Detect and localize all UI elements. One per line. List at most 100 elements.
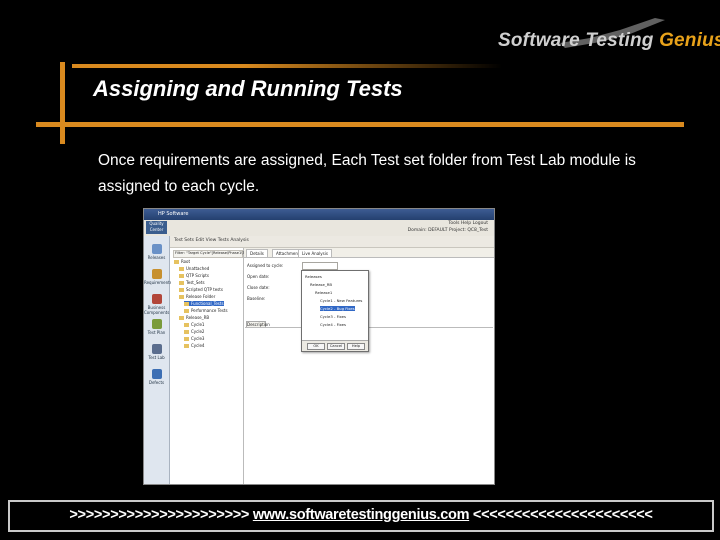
folder-icon <box>179 267 184 271</box>
tree-row[interactable]: Release_RB <box>179 315 209 320</box>
tree-row-label: Cycle1 <box>191 322 205 327</box>
tab-live-analysis[interactable]: Live Analysis <box>298 249 332 257</box>
folder-icon <box>179 274 184 278</box>
field-label: Close date: <box>247 285 270 290</box>
test-set-tree: Filter: "Target Cycle"[Release\Phase1\Te… <box>171 248 253 484</box>
sidebar-item-test-lab[interactable]: Test Lab <box>144 344 169 360</box>
tab-details[interactable]: Details <box>246 249 268 257</box>
field-label: Baseline: <box>247 296 266 301</box>
folder-icon <box>184 302 189 306</box>
tree-row-label: Unattached <box>186 266 210 271</box>
tree-row-label: Release Folder <box>186 294 216 299</box>
brand-accent: Genius <box>659 30 720 51</box>
sidebar-item-label: Requirements <box>144 280 172 285</box>
folder-icon <box>184 323 189 327</box>
folder-icon <box>184 344 189 348</box>
tree-row[interactable]: Release Folder <box>179 294 215 299</box>
sidebar-item-releases[interactable]: Releases <box>144 244 169 260</box>
brand-name: Software Testing <box>498 30 654 51</box>
cycle-option[interactable]: Cycle1 - New Features <box>320 298 362 303</box>
field-label: Assigned to cycle: <box>247 263 284 268</box>
cycle-option[interactable]: Cycle3 - Fixes <box>320 314 346 319</box>
tree-filter-text: Filter: "Target Cycle"[Release\Phase1\Te… <box>175 251 253 255</box>
title-underline <box>36 122 684 127</box>
app-name: Quality Center <box>146 221 167 234</box>
quality-center-screenshot: HP Software Tools Help Logout Domain: DE… <box>143 208 495 485</box>
cycle-select-popup: OK Cancel Help Releases Release_RB Release… <box>301 270 369 352</box>
help-button[interactable]: Help <box>347 343 365 350</box>
module-icon <box>151 269 162 279</box>
tree-row-label: Release_RB <box>186 315 210 320</box>
module-toolbar: Test Sets Edit View Tests Analysis <box>170 236 494 248</box>
tree-row-label: Cycle4 <box>191 343 205 348</box>
cycle-option[interactable]: Release_RB <box>310 282 332 287</box>
tree-row[interactable]: Functional_Tests <box>184 301 224 306</box>
tree-row[interactable]: Performance Tests <box>184 308 228 313</box>
project-info: Domain: DEFAULT Project: QC8_Test <box>407 228 488 233</box>
tree-row[interactable]: QTP Scripts <box>179 273 209 278</box>
sidebar-item-test-plan[interactable]: Test Plan <box>144 319 169 335</box>
tree-row-label: Functional_Tests <box>191 301 224 306</box>
cycle-option[interactable]: Release1 <box>315 290 332 295</box>
cancel-button[interactable]: Cancel <box>327 343 345 350</box>
sidebar-item-label: Test Lab <box>148 355 165 360</box>
tree-filter[interactable]: Filter: "Target Cycle"[Release\Phase1\Te… <box>173 250 253 258</box>
field-label: Open date: <box>247 274 270 279</box>
slide-body: Once requirements are assigned, Each Tes… <box>98 152 636 195</box>
sidebar-item-label: Defects <box>148 380 165 385</box>
menu-top-right[interactable]: Tools Help Logout <box>448 221 488 226</box>
ok-button[interactable]: OK <box>307 343 325 350</box>
tree-row-label: QTP Scripts <box>186 273 209 278</box>
top-divider <box>72 64 502 68</box>
description-area[interactable] <box>245 327 493 484</box>
menu-bar: Tools Help Logout Domain: DEFAULT Projec… <box>144 220 494 237</box>
folder-icon <box>179 316 184 320</box>
cycle-option[interactable]: Cycle4 - Fixes <box>320 322 346 327</box>
sidebar-item-label: Business Components <box>144 305 170 315</box>
tree-row-label: Test_Sets <box>186 280 205 285</box>
folder-icon <box>184 330 189 334</box>
footer-text: >>>>>>>>>>>>>>>>>>>>>> www.softwaretesti… <box>14 507 708 523</box>
tree-row[interactable]: Cycle2 <box>184 329 204 334</box>
tree-row[interactable]: Test_Sets <box>179 280 205 285</box>
folder-icon <box>179 295 184 299</box>
sidebar-item-business-components[interactable]: Business Components <box>144 294 169 315</box>
tree-row-label: Cycle3 <box>191 336 205 341</box>
tree-row-label: Performance Tests <box>191 308 228 313</box>
details-tabs: Details Attachments Live Analysis <box>244 248 494 258</box>
folder-icon <box>179 281 184 285</box>
sidebar-item-defects[interactable]: Defects <box>144 369 169 385</box>
tree-row[interactable]: Root <box>174 259 190 264</box>
vertical-divider <box>60 62 65 144</box>
tree-row[interactable]: Scripted QTP tests <box>179 287 223 292</box>
tree-row[interactable]: Unattached <box>179 266 209 271</box>
footer-url-link[interactable]: www.softwaretestinggenius.com <box>253 507 470 523</box>
tree-row-label: Root <box>181 259 191 264</box>
cycle-option[interactable]: Cycle2 - Bug Fixes <box>320 306 355 311</box>
tree-row[interactable]: Cycle4 <box>184 343 204 348</box>
folder-icon <box>184 309 189 313</box>
module-sidebar: Releases Requirements Business Components T… <box>144 236 172 484</box>
folder-icon <box>174 260 179 264</box>
folder-icon <box>184 337 189 341</box>
toolbar-menu[interactable]: Test Sets Edit View Tests Analysis <box>174 238 249 243</box>
folder-icon <box>179 288 184 292</box>
sidebar-item-label: Releases <box>147 255 166 260</box>
tree-row[interactable]: Cycle1 <box>184 322 204 327</box>
tree-row-label: Cycle2 <box>191 329 205 334</box>
module-icon <box>151 244 162 254</box>
field-input[interactable] <box>302 262 338 270</box>
footer-right-arrows: <<<<<<<<<<<<<<<<<<<<<< <box>472 507 653 523</box>
tree-row-label: Scripted QTP tests <box>186 287 223 292</box>
module-icon <box>151 319 162 329</box>
module-icon <box>151 369 162 379</box>
slide-title: Assigning and Running Tests <box>93 76 403 101</box>
cycle-option[interactable]: Releases <box>305 274 322 279</box>
tree-row[interactable]: Cycle3 <box>184 336 204 341</box>
popup-button-bar: OK Cancel Help <box>302 340 368 351</box>
brand-logo: Software Testing Genius <box>498 30 720 52</box>
footer-left-arrows: >>>>>>>>>>>>>>>>>>>>>> <box>69 507 250 523</box>
sidebar-item-requirements[interactable]: Requirements <box>144 269 172 285</box>
window-titlebar: HP Software <box>144 209 494 220</box>
module-icon <box>151 344 162 354</box>
